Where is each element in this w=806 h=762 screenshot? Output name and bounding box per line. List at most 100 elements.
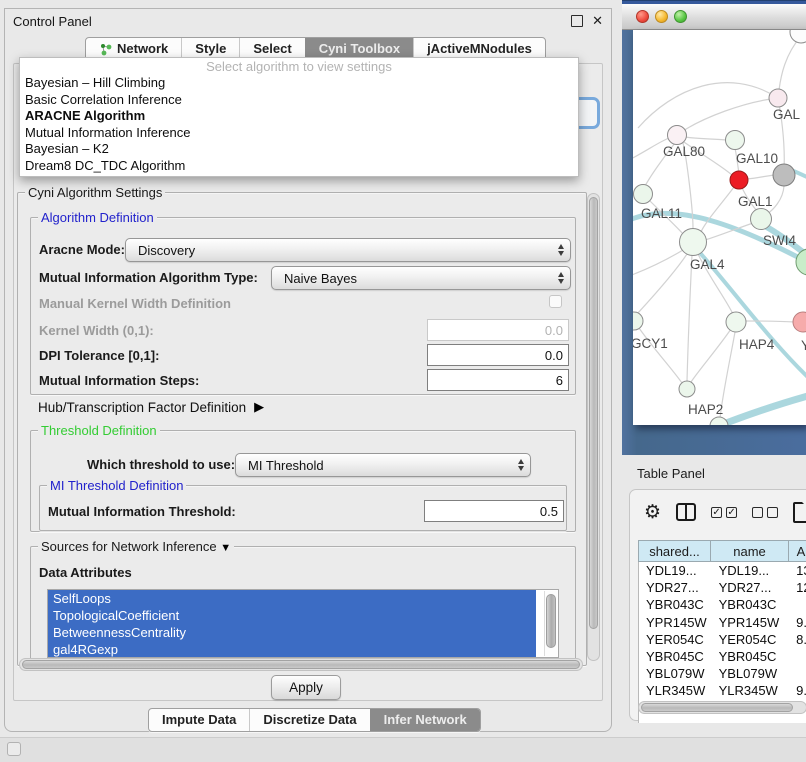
menu-item[interactable]: ARACNE Algorithm: [20, 108, 578, 125]
select-all-icon[interactable]: ✓ ✓: [711, 507, 737, 518]
settings-scrollbar-horizontal[interactable]: [19, 658, 583, 671]
tab-infer-network[interactable]: Infer Network: [370, 709, 480, 731]
network-node-swi4[interactable]: [796, 249, 806, 275]
tab-impute-data[interactable]: Impute Data: [149, 709, 249, 731]
table-row[interactable]: YDR27...YDR27...12: [639, 579, 806, 596]
network-node[interactable]: [710, 417, 728, 425]
data-attributes-list[interactable]: SelfLoops TopologicalCoefficient Between…: [47, 589, 559, 658]
table-body: YDL19...YDL19...13 YDR27...YDR27...12 YB…: [638, 562, 806, 723]
desktop: Control Panel ✕ Network Style Select Cyn…: [0, 0, 806, 762]
table-row[interactable]: YPR145WYPR145W9.: [639, 614, 806, 631]
zoom-traffic-light-icon[interactable]: [674, 10, 687, 23]
network-node-gal4[interactable]: [680, 229, 707, 256]
svg-text:Y: Y: [801, 338, 806, 353]
column-header[interactable]: A: [789, 540, 806, 562]
new-table-icon[interactable]: [793, 502, 806, 523]
gear-icon[interactable]: ⚙: [644, 503, 661, 522]
table-row[interactable]: YLR345WYLR345W9.: [639, 682, 806, 699]
menu-item[interactable]: Bayesian – Hill Climbing: [20, 75, 578, 92]
network-node-gcy1[interactable]: [633, 312, 643, 330]
network-node-gal1-selected[interactable]: [730, 171, 748, 189]
dpi-tolerance-input[interactable]: [427, 344, 569, 366]
table-row[interactable]: YBL079WYBL079W: [639, 665, 806, 682]
list-item[interactable]: TopologicalCoefficient: [48, 607, 536, 624]
list-scrollbar[interactable]: [544, 591, 557, 656]
which-threshold-select[interactable]: MI Threshold: [235, 453, 531, 477]
expand-arrow-icon[interactable]: ▶: [254, 399, 264, 415]
settings-group-title: Cyni Algorithm Settings: [25, 185, 165, 200]
menu-item[interactable]: Mutual Information Inference: [20, 125, 578, 142]
manual-kernel-width-label: Manual Kernel Width Definition: [39, 296, 231, 311]
network-node-hap4[interactable]: [726, 312, 746, 332]
table-header-row: shared... name A: [638, 540, 806, 562]
close-traffic-light-icon[interactable]: [636, 10, 649, 23]
table-scrollbar-horizontal[interactable]: [638, 701, 806, 714]
which-threshold-label: Which threshold to use:: [87, 457, 235, 472]
minimize-traffic-light-icon[interactable]: [655, 10, 668, 23]
network-window-titlebar[interactable]: [622, 4, 806, 30]
list-item[interactable]: SelfLoops: [48, 590, 536, 607]
network-node[interactable]: [751, 209, 772, 230]
menu-item[interactable]: Basic Correlation Inference: [20, 92, 578, 109]
tab-discretize-data[interactable]: Discretize Data: [249, 709, 369, 731]
collapse-arrow-icon[interactable]: ▼: [220, 542, 231, 554]
mi-steps-input[interactable]: [427, 369, 569, 391]
network-node-gal11[interactable]: [634, 185, 653, 204]
network-icon: [99, 43, 112, 56]
table-row[interactable]: YER054CYER054C8.: [639, 631, 806, 648]
network-view-window: GAL GAL80 GAL10 GAL1 GAL11 SWI4 GAL4 GCY…: [622, 0, 806, 455]
network-node-gal-cut[interactable]: [769, 89, 787, 107]
close-icon[interactable]: ✕: [592, 16, 603, 26]
table-panel: ⚙ ✓ ✓ shared... name A YDL19...YDL19...1…: [629, 489, 806, 721]
threshold-definition-group: Threshold Definition Which threshold to …: [30, 430, 576, 532]
float-window-icon[interactable]: [571, 15, 583, 27]
kernel-width-input[interactable]: [427, 319, 569, 341]
status-strip: [0, 737, 806, 762]
table-row[interactable]: YBR045CYBR045C: [639, 648, 806, 665]
deselect-all-icon[interactable]: [752, 507, 778, 518]
stepper-arrows-icon: [512, 459, 530, 471]
table-row[interactable]: YDL19...YDL19...13: [639, 562, 806, 579]
control-panel-title: Control Panel: [13, 14, 92, 29]
svg-text:HAP2: HAP2: [688, 402, 723, 417]
network-nodes: [633, 30, 806, 425]
network-node-hap2[interactable]: [679, 381, 695, 397]
kernel-width-label: Kernel Width (0,1):: [39, 323, 154, 338]
algorithm-definition-group: Algorithm Definition Aracne Mode: Discov…: [30, 217, 576, 395]
menu-item[interactable]: Bayesian – K2: [20, 141, 578, 158]
list-item[interactable]: gal4RGexp: [48, 641, 536, 658]
sources-group: Sources for Network Inference ▼ Data Att…: [30, 546, 576, 663]
control-panel-titlebar: Control Panel ✕: [5, 9, 611, 33]
list-item[interactable]: BetweennessCentrality: [48, 624, 536, 641]
aracne-mode-select[interactable]: Discovery: [125, 238, 571, 262]
svg-text:GAL11: GAL11: [641, 206, 682, 221]
network-canvas[interactable]: GAL GAL80 GAL10 GAL1 GAL11 SWI4 GAL4 GCY…: [633, 30, 806, 425]
cyni-bottom-tabbar: Impute Data Discretize Data Infer Networ…: [148, 708, 481, 732]
panel-grip-icon[interactable]: [7, 742, 21, 756]
network-node-gal80[interactable]: [668, 126, 687, 145]
mi-algorithm-type-select[interactable]: Naive Bayes: [271, 266, 571, 290]
cyni-algorithm-settings-group: Cyni Algorithm Settings Algorithm Defini…: [17, 192, 587, 666]
table-row[interactable]: YBR043CYBR043C: [639, 596, 806, 613]
hub-transcription-factor-section[interactable]: Hub/Transcription Factor Definition ▶: [38, 399, 264, 415]
manual-kernel-width-checkbox[interactable]: [549, 295, 562, 308]
split-columns-icon[interactable]: [676, 503, 696, 521]
network-node-labels: GAL GAL80 GAL10 GAL1 GAL11 SWI4 GAL4 GCY…: [633, 107, 806, 417]
svg-text:GCY1: GCY1: [633, 336, 668, 351]
svg-text:GAL10: GAL10: [736, 151, 778, 166]
settings-scrollbar-vertical[interactable]: [587, 193, 600, 661]
svg-text:GAL: GAL: [773, 107, 801, 122]
svg-text:GAL80: GAL80: [663, 144, 705, 159]
network-node-pink[interactable]: [793, 312, 806, 332]
stepper-arrows-icon: [552, 272, 570, 284]
network-node-gal10[interactable]: [773, 164, 795, 186]
menu-item[interactable]: Dream8 DC_TDC Algorithm: [20, 158, 578, 175]
mi-algorithm-type-label: Mutual Information Algorithm Type:: [39, 270, 258, 285]
network-node[interactable]: [726, 131, 745, 150]
column-header[interactable]: name: [711, 540, 789, 562]
mi-threshold-input[interactable]: [424, 500, 564, 522]
network-node[interactable]: [790, 30, 806, 43]
column-header[interactable]: shared...: [638, 540, 711, 562]
control-panel-window: Control Panel ✕ Network Style Select Cyn…: [4, 8, 612, 732]
apply-button[interactable]: Apply: [271, 675, 341, 700]
